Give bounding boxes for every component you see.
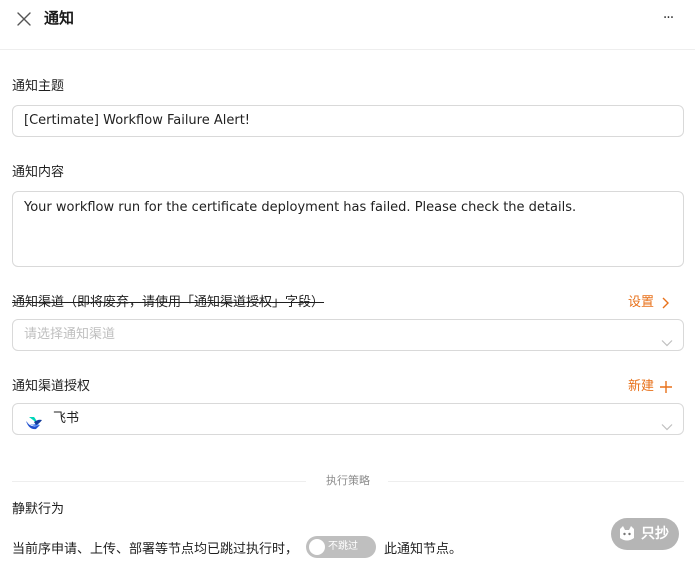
divider-line-right: [388, 481, 684, 482]
drawer-header: 通知 ···: [0, 0, 695, 50]
silent-suffix-text: 此通知节点。: [384, 541, 463, 557]
badge-text: 只抄: [641, 526, 669, 542]
chevron-right-icon: [658, 295, 672, 310]
channel-auth-select[interactable]: 飞书: [12, 403, 684, 435]
chevron-down-icon: [661, 330, 673, 347]
channel-auth-selected: 飞书: [53, 411, 80, 426]
silent-behavior-label: 静默行为: [12, 502, 65, 517]
channel-auth-new-link[interactable]: 新建: [628, 378, 674, 396]
silent-prefix-text: 当前序申请、上传、部署等节点均已跳过执行时，: [12, 541, 299, 557]
skip-toggle[interactable]: 不跳过: [306, 536, 377, 558]
chevron-down-icon: [661, 414, 673, 431]
toggle-knob: [309, 539, 326, 555]
channel-auth-new-label: 新建: [628, 379, 655, 394]
channel-settings-label: 设置: [628, 295, 655, 310]
channel-settings-link[interactable]: 设置: [628, 294, 672, 312]
close-icon[interactable]: [14, 9, 34, 29]
silent-behavior-row: 当前序申请、上传、部署等节点均已跳过执行时， 不跳过 此通知节点。: [12, 536, 462, 558]
plus-icon: [658, 379, 674, 394]
toggle-text: 不跳过: [328, 541, 359, 552]
strategy-divider: 执行策略: [326, 474, 370, 487]
channel-select[interactable]: 请选择通知渠道: [12, 319, 684, 351]
subject-input[interactable]: [Certimate] Workflow Failure Alert!: [12, 105, 684, 137]
channel-select-placeholder: 请选择通知渠道: [24, 327, 116, 342]
subject-label: 通知主题: [12, 79, 65, 94]
channel-label: 通知渠道（即将废弃，请使用「通知渠道授权」字段）: [12, 295, 325, 310]
content-textarea[interactable]: Your workflow run for the certificate de…: [12, 191, 684, 267]
channel-auth-label: 通知渠道授权: [12, 379, 91, 394]
divider-line-left: [12, 481, 306, 482]
cat-icon: [617, 524, 637, 544]
page-title: 通知: [44, 9, 75, 27]
feishu-icon: [25, 412, 43, 430]
more-options-icon[interactable]: ···: [658, 8, 678, 28]
content-label: 通知内容: [12, 165, 65, 180]
screenshot-badge[interactable]: 只抄: [611, 518, 679, 550]
